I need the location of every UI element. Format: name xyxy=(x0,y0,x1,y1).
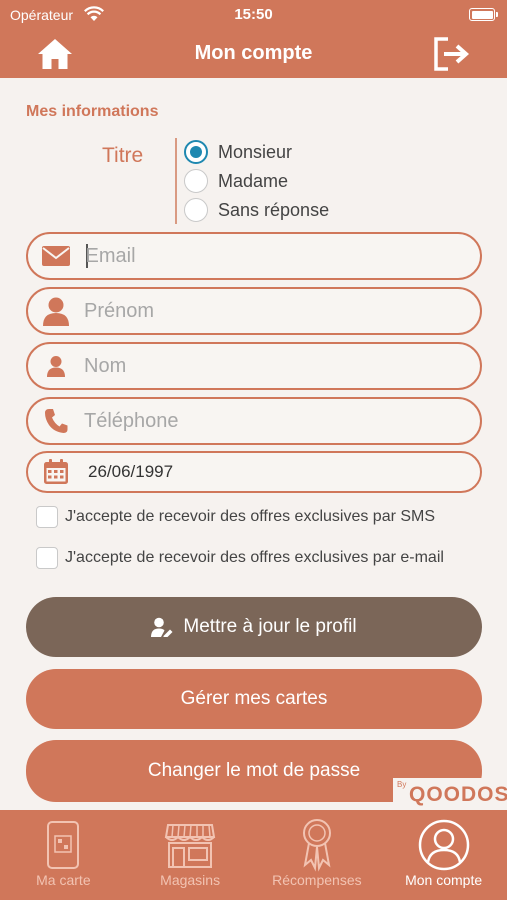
user-circle-icon xyxy=(380,818,507,872)
consent-email[interactable]: J'accepte de recevoir des offres exclusi… xyxy=(36,545,444,571)
battery-icon xyxy=(469,8,498,21)
consent-sms[interactable]: J'accepte de recevoir des offres exclusi… xyxy=(36,504,435,530)
radio-label: Monsieur xyxy=(218,141,293,162)
radio-button[interactable] xyxy=(184,169,208,193)
email-input[interactable] xyxy=(85,244,466,268)
manage-cards-label: Gérer mes cartes xyxy=(180,688,328,709)
section-title: Mes informations xyxy=(26,103,159,120)
birthdate-value: 26/06/1997 xyxy=(88,462,174,481)
tab-mon-compte[interactable]: Mon compte xyxy=(380,810,507,900)
calendar-icon xyxy=(32,450,80,494)
titre-divider xyxy=(175,138,177,224)
phone-icon xyxy=(32,399,80,443)
tab-label: Magasins xyxy=(160,872,221,888)
titre-label: Titre xyxy=(102,144,144,167)
telephone-field[interactable] xyxy=(26,397,482,445)
consent-sms-label: J'accepte de recevoir des offres exclusi… xyxy=(65,508,436,525)
checkbox[interactable] xyxy=(36,506,58,528)
checkbox[interactable] xyxy=(36,547,58,569)
radio-sans-reponse[interactable]: Sans réponse xyxy=(184,196,329,224)
card-icon xyxy=(0,818,127,872)
tab-bar: Ma carte Magasins Récompenses Mon compte xyxy=(0,810,507,900)
radio-button-checked[interactable] xyxy=(184,140,208,164)
brand-by: By xyxy=(397,780,407,789)
update-profile-button[interactable]: Mettre à jour le profil xyxy=(26,597,482,657)
update-profile-label: Mettre à jour le profil xyxy=(183,616,357,637)
radio-label: Madame xyxy=(218,170,289,191)
radio-monsieur[interactable]: Monsieur xyxy=(184,138,292,166)
page-title: Mon compte xyxy=(194,42,313,64)
tab-label: Récompenses xyxy=(272,872,362,888)
radio-label: Sans réponse xyxy=(218,199,330,220)
user-icon xyxy=(32,344,80,388)
logout-icon[interactable] xyxy=(432,36,472,72)
navbar: Mon compte xyxy=(0,30,507,78)
radio-madame[interactable]: Madame xyxy=(184,167,288,195)
tab-magasins[interactable]: Magasins xyxy=(127,810,254,900)
brand-name: QOODOS xyxy=(409,783,507,806)
nom-field[interactable] xyxy=(26,342,482,390)
tab-ma-carte[interactable]: Ma carte xyxy=(0,810,127,900)
user-edit-icon xyxy=(151,617,173,637)
brand-logo: By QOODOS xyxy=(393,778,507,808)
tab-label: Ma carte xyxy=(36,872,91,888)
status-time: 15:50 xyxy=(234,6,273,23)
tab-label: Mon compte xyxy=(405,872,483,888)
award-icon xyxy=(254,818,381,872)
manage-cards-button[interactable]: Gérer mes cartes xyxy=(26,669,482,729)
prenom-input[interactable] xyxy=(84,299,464,323)
consent-email-label: J'accepte de recevoir des offres exclusi… xyxy=(65,549,444,566)
tab-recompenses[interactable]: Récompenses xyxy=(254,810,381,900)
telephone-input[interactable] xyxy=(84,409,464,433)
nom-input[interactable] xyxy=(84,354,464,378)
birthdate-field[interactable]: 26/06/1997 xyxy=(26,451,482,493)
user-icon xyxy=(32,289,80,333)
radio-button[interactable] xyxy=(184,198,208,222)
prenom-field[interactable] xyxy=(26,287,482,335)
change-password-label: Changer le mot de passe xyxy=(147,760,361,781)
status-bar: Opérateur 15:50 xyxy=(0,0,507,30)
store-icon xyxy=(127,818,254,872)
envelope-icon xyxy=(32,234,80,278)
email-field[interactable] xyxy=(26,232,482,280)
